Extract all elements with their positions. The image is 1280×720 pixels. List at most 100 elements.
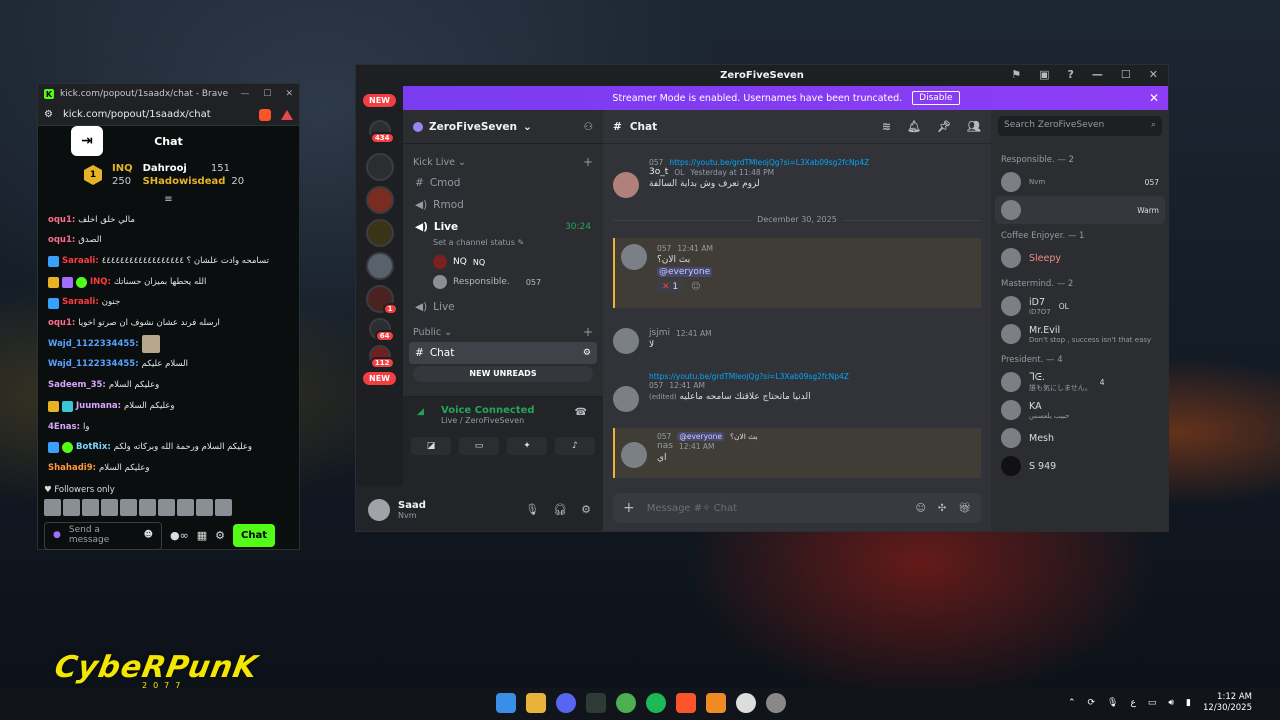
everyone-mention[interactable]: @everyone [657,267,713,277]
category-kick-live[interactable]: Kick Live ⌄ + [403,152,603,172]
member-item[interactable]: Sleepy [991,244,1168,272]
search-placeholder[interactable]: Search ZeroFiveSeven [1004,120,1104,130]
terminal-icon[interactable] [586,693,606,713]
app-icon[interactable] [706,693,726,713]
avatar[interactable] [613,328,639,354]
chat-username[interactable]: Saraali: [62,298,99,308]
message-link[interactable]: https://youtu.be/grdTMleojQg?si=L3Xab09s… [649,372,849,381]
member-name[interactable]: S 949 [1029,461,1056,472]
avatar[interactable] [613,172,639,198]
channel-rmod[interactable]: ◀) Rmod [403,194,603,216]
channel-chat[interactable]: # Chat ⚙ [409,342,597,364]
input-language[interactable]: ع [1130,698,1135,708]
message-placeholder[interactable]: Message #✧ Chat [647,503,737,514]
chat-username[interactable]: Wajd_1122334455: [48,339,139,349]
leader-name[interactable]: INQ [112,163,133,174]
channel-label[interactable]: Chat [430,347,455,359]
member-item[interactable]: Mesh [991,424,1168,452]
discord-icon[interactable] [556,693,576,713]
message-author[interactable]: nas [657,441,673,451]
add-reaction-icon[interactable]: ☺ [691,282,700,292]
screen-share-icon[interactable]: ▭ [459,437,499,455]
chat-username[interactable]: Juumana: [76,401,121,411]
app-icon[interactable] [766,693,786,713]
category-label[interactable]: Public [413,327,441,338]
obs-icon[interactable] [736,693,756,713]
chat-send-button[interactable]: Chat [233,524,276,548]
threads-icon[interactable]: ≋ [882,120,891,133]
close-icon[interactable]: ✕ [285,89,293,99]
avatar[interactable] [196,498,213,516]
avatar[interactable] [82,498,99,516]
member-name[interactable]: Mr.Evil [1029,325,1151,336]
help-icon[interactable]: ? [1068,68,1074,81]
channel-settings-icon[interactable]: ⚙ [583,348,591,358]
server-name[interactable]: ZeroFiveSeven [429,121,517,133]
avatar[interactable] [101,498,118,516]
avatar[interactable] [368,498,390,521]
message-author[interactable]: jsjmi [649,328,670,338]
soundboard-icon[interactable]: ♪ [555,437,595,455]
channel-label[interactable]: Cmod [430,177,461,189]
settings-icon[interactable]: ⚙ [215,529,225,542]
chat-username[interactable]: BotRix: [76,442,111,452]
channel-label[interactable]: Rmod [433,199,464,211]
member-item[interactable]: S 949 [991,452,1168,480]
channel-live-2[interactable]: ◀) Live [403,296,603,318]
server-icon[interactable]: 64 [368,318,395,342]
chevron-down-icon[interactable]: ⌄ [523,121,532,133]
server-icon[interactable] [365,219,394,247]
add-channel-icon[interactable]: + [583,155,593,169]
message-author[interactable]: 3o_t [649,167,668,177]
reaction-x-icon[interactable]: ✕ 1 [657,281,684,293]
gift-icon[interactable]: 🎁︎ [958,503,971,514]
chat-username[interactable]: oqu1: [48,318,75,328]
member-item[interactable]: Nvm 057 [991,168,1168,196]
brave-rewards-icon[interactable] [281,109,293,120]
everyone-mention[interactable]: @everyone [677,432,724,441]
minimize-icon[interactable]: — [240,89,249,99]
member-name[interactable]: Mesh [1029,433,1054,444]
member-item[interactable]: Warm [995,196,1165,224]
maximize-icon[interactable]: ☐ [1121,68,1131,81]
chat-username[interactable]: Wajd_1122334455: [48,360,139,370]
member-name[interactable]: ᒣᕮ. [1029,372,1092,383]
expand-leaderboard-icon[interactable]: ≡ [38,194,299,206]
channel-label[interactable]: Live [434,221,458,233]
address-bar[interactable]: ⚙ kick.com/popout/1saadx/chat [38,104,299,126]
avatar[interactable] [621,244,647,270]
member-name[interactable]: iD7 [1029,297,1051,308]
avatar[interactable] [120,498,137,516]
server-search-input[interactable]: Search ZeroFiveSeven ⌕ [998,116,1162,136]
spotify-icon[interactable] [646,693,666,713]
avatar[interactable] [139,498,156,516]
avatar[interactable] [158,498,175,516]
invite-people-icon[interactable]: ⚇ [584,121,593,133]
chat-username[interactable]: 4Enas: [48,422,80,432]
voice-username[interactable]: NQ [453,257,467,267]
set-status-label[interactable]: Set a channel status [433,238,515,247]
headphones-icon[interactable]: 🎧︎ [553,503,567,516]
send-message-input[interactable]: ● Send a message ☻ [44,521,162,550]
member-item[interactable]: ᒣᕮ. 誰も気にしません。 4 [991,368,1168,396]
server-icon[interactable]: 434 [368,120,395,144]
member-list-icon[interactable]: 👥︎ [967,120,981,133]
notifications-icon[interactable]: 🔔︎ [907,120,921,133]
server-icon[interactable] [365,252,394,280]
voice-location[interactable]: Live / ZeroFiveSeven [403,416,603,425]
network-icon[interactable]: ▭ [1148,698,1157,708]
avatar[interactable] [44,498,61,516]
set-status-link[interactable]: Set a channel status ✎ [403,238,603,252]
channel-cmod[interactable]: # Cmod [403,172,603,194]
server-header[interactable]: ZeroFiveSeven ⌄ ⚇ [403,110,603,144]
message-input[interactable]: + Message #✧ Chat ☺ ✣ 🎁︎ [613,493,981,523]
add-channel-icon[interactable]: + [583,325,593,339]
chat-username[interactable]: Shahadi9: [48,463,96,473]
emoji-icon[interactable]: ☻ [144,530,153,541]
video-off-icon[interactable]: ◪ [411,437,451,455]
leader-name[interactable]: SHadowisdead [143,176,226,187]
username[interactable]: Saad [398,500,426,511]
microphone-icon[interactable]: ● [53,530,61,541]
flag-icon[interactable]: ⚑ [1011,68,1021,81]
minimize-icon[interactable]: — [1092,68,1103,81]
